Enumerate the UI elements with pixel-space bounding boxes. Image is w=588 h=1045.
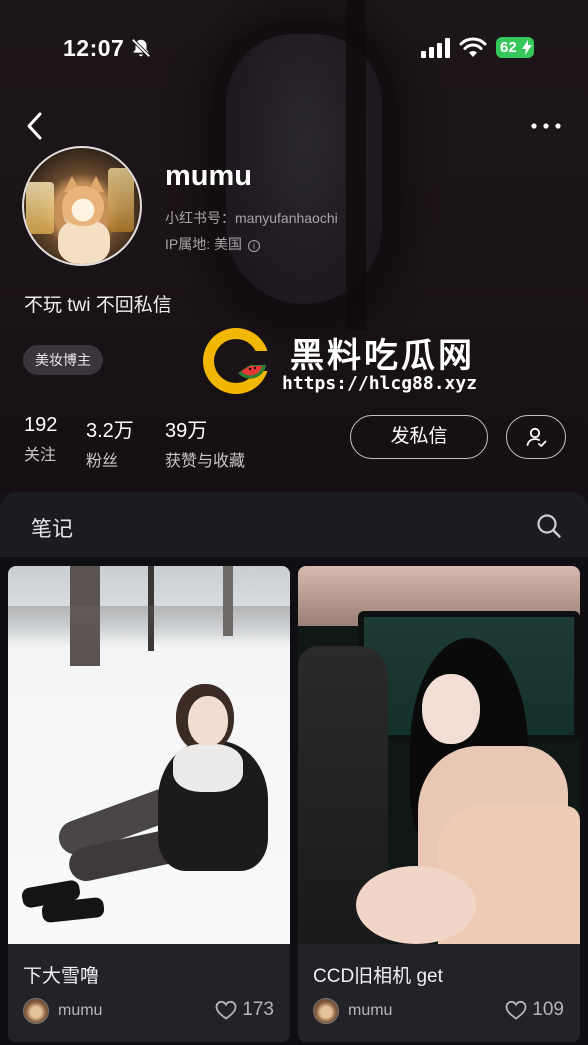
girl-face: [188, 696, 228, 746]
like-count: 173: [242, 999, 274, 1020]
author-name: mumu: [348, 1002, 393, 1019]
status-time: 12:07: [63, 35, 125, 61]
stat-fans[interactable]: 3.2万 粉丝: [86, 414, 134, 471]
like-button[interactable]: 109: [505, 999, 564, 1021]
avatar-cat-face: [62, 186, 104, 226]
ip-location-text: IP属地: 美国: [165, 236, 243, 252]
avatar-cat-body: [58, 220, 110, 264]
search-icon[interactable]: [535, 512, 563, 540]
stat-following[interactable]: 192 关注: [24, 414, 57, 465]
tab-notes[interactable]: 笔记: [31, 513, 73, 543]
ellipsis-icon[interactable]: [530, 122, 562, 130]
watermark-url: https://hlcg88.xyz: [282, 373, 478, 394]
author-avatar: [313, 998, 339, 1024]
stat-label: 关注: [24, 447, 57, 464]
watermark-title: 黑料吃瓜网: [290, 337, 475, 375]
heart-icon: [505, 1000, 527, 1020]
stat-label: 获赞与收藏: [165, 453, 246, 470]
signal-icon: [421, 38, 450, 58]
avatar-glass-right: [108, 168, 134, 232]
ip-location: IP属地: 美国 i: [165, 234, 261, 254]
profile-tag: 美妆博主: [23, 345, 103, 375]
distant-trees: [8, 606, 290, 646]
note-author[interactable]: mumu: [23, 996, 102, 1026]
watermark-logo-icon: [203, 328, 272, 394]
battery-level: 62: [500, 39, 517, 56]
girl-knee: [356, 866, 476, 944]
info-icon[interactable]: i: [248, 240, 261, 252]
battery-charging-icon: [522, 40, 532, 55]
note-title: 下大雪噜: [23, 966, 100, 987]
heart-icon: [215, 1000, 237, 1020]
stat-value: 39万: [165, 420, 208, 442]
wifi-icon: [459, 37, 487, 57]
bio: 不玩 twi 不回私信: [24, 295, 172, 316]
avatar[interactable]: [22, 146, 142, 266]
like-count: 109: [532, 999, 564, 1020]
note-title: CCD旧相机 get: [313, 966, 443, 987]
username: mumu: [165, 160, 252, 192]
bell-slash-icon: [131, 38, 151, 58]
red-id: 小红书号：manyufanhaochi: [165, 210, 338, 226]
stat-value: 192: [24, 414, 58, 436]
send-message-button[interactable]: 发私信: [350, 415, 488, 459]
user-check-icon: [526, 427, 547, 447]
avatar-glass-left: [26, 182, 54, 234]
battery-indicator: 62: [496, 37, 534, 58]
stat-value: 3.2万: [86, 420, 134, 442]
chevron-left-icon[interactable]: [24, 110, 46, 142]
like-button[interactable]: 173: [215, 999, 274, 1021]
note-card[interactable]: 下大雪噜 mumu 173: [8, 566, 290, 1042]
girl-scarf: [173, 744, 243, 792]
girl-face: [422, 674, 480, 744]
note-cover-image: [8, 566, 290, 944]
author-name: mumu: [58, 1002, 103, 1019]
stat-label: 粉丝: [86, 453, 119, 470]
car-photo: [298, 566, 580, 944]
note-author[interactable]: mumu: [313, 996, 392, 1026]
note-card[interactable]: CCD旧相机 get mumu 109: [298, 566, 580, 1042]
background-photo-frame: [346, 0, 366, 330]
note-cover-image: [298, 566, 580, 944]
snow-photo: [8, 566, 290, 944]
follow-button[interactable]: [506, 415, 566, 459]
author-avatar: [23, 998, 49, 1024]
stat-likes-collects[interactable]: 39万 获赞与收藏: [165, 414, 245, 471]
